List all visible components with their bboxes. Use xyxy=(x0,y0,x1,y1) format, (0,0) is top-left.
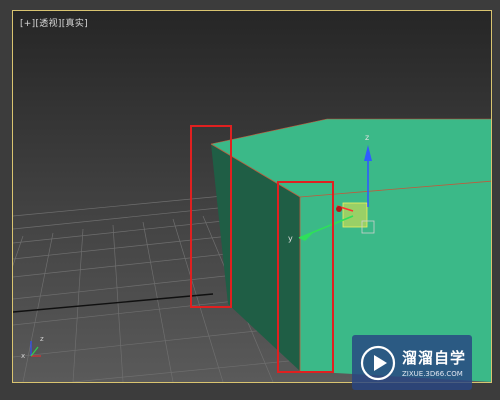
left-ruler xyxy=(0,0,12,400)
gizmo-x-arrow[interactable] xyxy=(336,206,342,212)
watermark: 溜溜自学 ZIXUE.3D66.COM xyxy=(352,335,472,390)
brand-logo-icon xyxy=(360,345,396,380)
viewport-label-menu[interactable]: [+][透视][真实] xyxy=(20,16,88,29)
scene-canvas[interactable]: z y z x xyxy=(13,11,491,382)
viewport-plus-menu[interactable]: [+] xyxy=(20,19,35,29)
viewport-shading-menu[interactable]: [真实] xyxy=(62,19,88,29)
perspective-viewport[interactable]: z y z x [+][透视][真实] xyxy=(12,10,492,383)
gizmo-z-label: z xyxy=(365,133,369,142)
watermark-brand: 溜溜自学 xyxy=(402,349,467,367)
right-ruler xyxy=(493,0,500,400)
tripod-z-label: z xyxy=(40,335,44,343)
tripod-x-label: x xyxy=(21,352,25,360)
gizmo-plane-handle[interactable] xyxy=(342,202,368,228)
gizmo-y-label: y xyxy=(288,234,293,243)
watermark-url: ZIXUE.3D66.COM xyxy=(402,370,463,378)
viewport-view-menu[interactable]: [透视] xyxy=(35,19,61,29)
viewport-window: z y z x [+][透视][真实] 溜溜自学 ZIXUE.3D66.COM xyxy=(0,0,500,400)
